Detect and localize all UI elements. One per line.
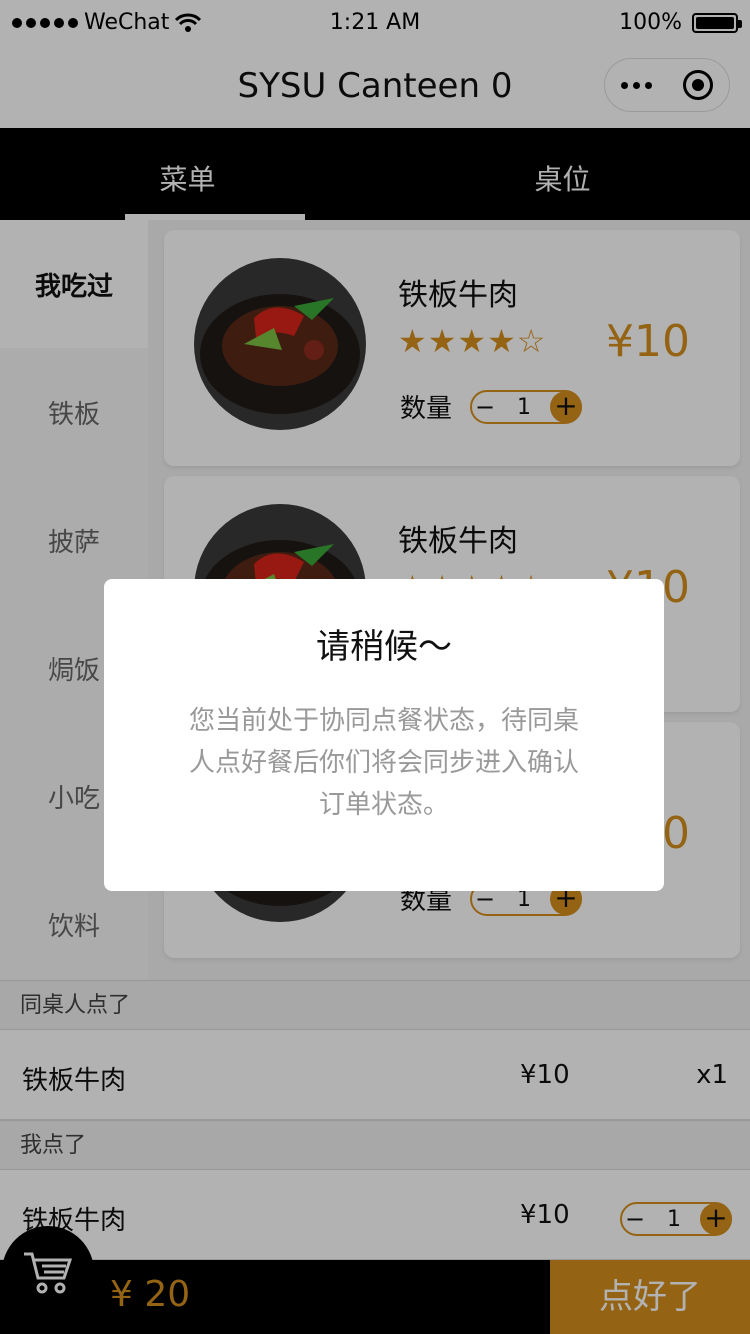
waiting-dialog: 请稍候～ 您当前处于协同点餐状态，待同桌人点好餐后你们将会同步进入确认订单状态。 (104, 579, 664, 891)
dialog-title: 请稍候～ (316, 627, 452, 667)
dialog-message: 您当前处于协同点餐状态，待同桌人点好餐后你们将会同步进入确认订单状态。 (188, 706, 579, 820)
